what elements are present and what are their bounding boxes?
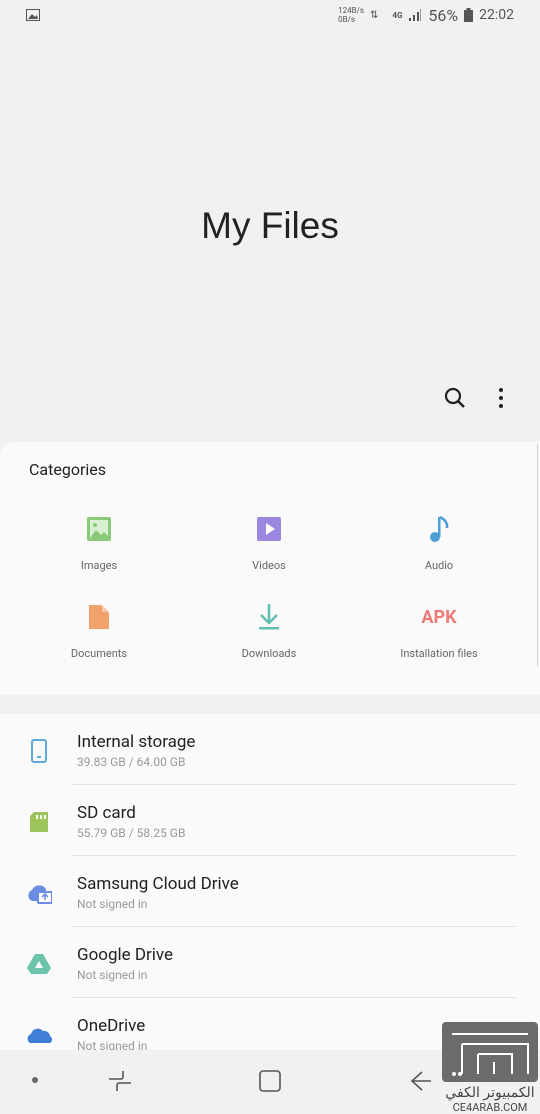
gallery-notification-icon xyxy=(26,9,40,21)
signal-icon xyxy=(409,9,422,21)
recent-apps-icon[interactable] xyxy=(108,1070,132,1092)
storage-detail: Not signed in xyxy=(77,897,148,911)
category-label: Downloads xyxy=(241,647,297,660)
document-icon xyxy=(89,605,109,629)
storage-name: SD card xyxy=(77,803,136,823)
download-icon xyxy=(259,604,279,630)
category-videos[interactable]: Videos xyxy=(179,514,359,572)
video-icon xyxy=(257,517,281,541)
data-arrows-icon: ⇅ xyxy=(369,9,379,21)
storage-name: Internal storage xyxy=(77,732,196,752)
watermark-arabic: الكمبيوتر الكفي xyxy=(445,1085,535,1101)
category-label: Images xyxy=(80,559,118,572)
storage-detail: 39.83 GB / 64.00 GB xyxy=(77,755,186,769)
network-speed: 124B/s 0B/s xyxy=(338,6,364,24)
apk-icon: APK xyxy=(421,606,457,628)
watermark-emblem xyxy=(442,1022,538,1082)
speed-down: 0B/s xyxy=(338,15,355,24)
categories-heading: Categories xyxy=(29,460,106,479)
storage-internal[interactable]: Internal storage 39.83 GB / 64.00 GB xyxy=(0,714,540,785)
storage-name: OneDrive xyxy=(77,1016,146,1036)
category-label: Videos xyxy=(252,559,286,572)
battery-percent: 56% xyxy=(428,5,459,25)
category-downloads[interactable]: Downloads xyxy=(179,602,359,660)
storage-google-drive[interactable]: Google Drive Not signed in xyxy=(0,927,540,998)
storage-sd-card[interactable]: SD card 55.79 GB / 58.25 GB xyxy=(0,785,540,856)
speed-up: 124B/s xyxy=(338,6,364,15)
image-icon xyxy=(87,517,111,541)
storage-name: Google Drive xyxy=(77,945,174,965)
phone-icon xyxy=(31,739,47,763)
storage-list: Internal storage 39.83 GB / 64.00 GB SD … xyxy=(0,714,540,1054)
more-options-icon[interactable] xyxy=(489,386,513,410)
battery-icon xyxy=(464,8,474,22)
back-icon[interactable] xyxy=(410,1070,432,1092)
category-documents[interactable]: Documents xyxy=(9,602,189,660)
clock: 22:02 xyxy=(479,7,514,23)
google-drive-icon xyxy=(27,954,51,974)
watermark-logo: الكمبيوتر الكفي CE4ARAB.COM xyxy=(442,1022,538,1114)
categories-card: Categories Images Videos Audio Documents… xyxy=(0,442,540,695)
storage-detail: 55.79 GB / 58.25 GB xyxy=(77,826,186,840)
category-label: Documents xyxy=(70,647,128,660)
onedrive-icon xyxy=(27,1028,52,1043)
watermark-latin: CE4ARAB.COM xyxy=(452,1101,528,1114)
samsung-cloud-icon xyxy=(28,885,52,904)
search-icon[interactable] xyxy=(443,386,467,410)
storage-detail: Not signed in xyxy=(77,968,148,982)
nav-dot-icon[interactable] xyxy=(31,1076,39,1084)
category-label: Installation files xyxy=(400,647,478,660)
network-type: 4G xyxy=(392,10,403,20)
category-installation-files[interactable]: APK Installation files xyxy=(349,602,529,661)
category-audio[interactable]: Audio xyxy=(349,514,529,572)
music-note-icon xyxy=(430,515,449,542)
storage-samsung-cloud[interactable]: Samsung Cloud Drive Not signed in xyxy=(0,856,540,927)
storage-name: Samsung Cloud Drive xyxy=(77,874,239,894)
category-images[interactable]: Images xyxy=(9,514,189,572)
sd-card-icon xyxy=(30,812,48,832)
category-label: Audio xyxy=(424,559,454,572)
page-title: My Files xyxy=(201,205,339,246)
home-icon[interactable] xyxy=(259,1070,281,1092)
status-bar: 124B/s 0B/s ⇅ 4G 56% 22:02 xyxy=(0,0,540,30)
